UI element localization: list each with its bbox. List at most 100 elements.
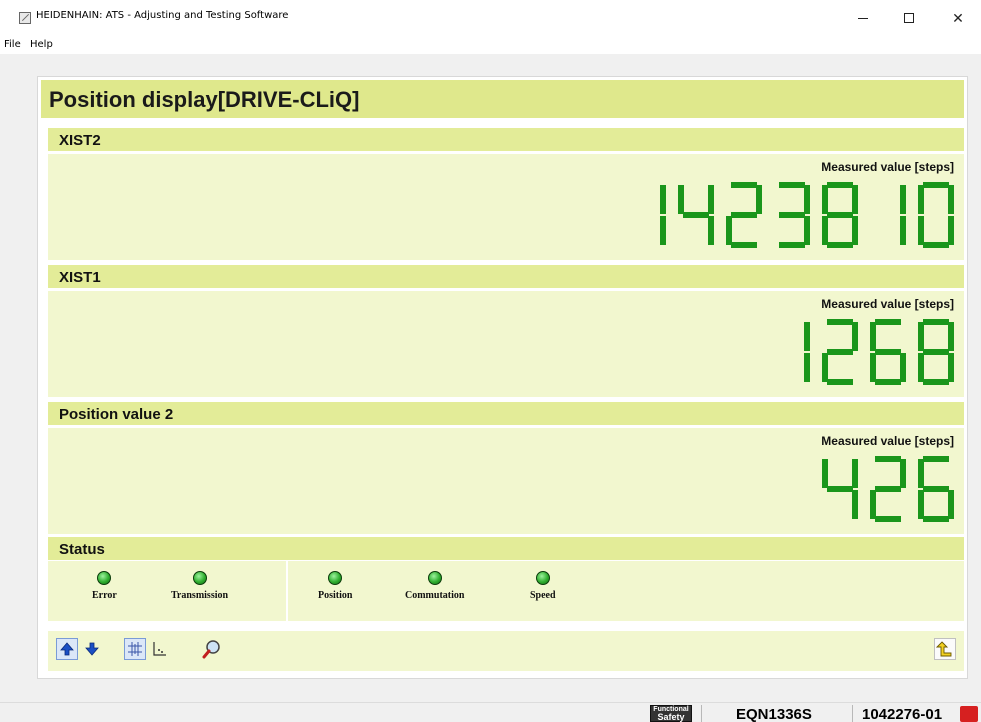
maximize-button[interactable]	[886, 4, 932, 32]
status-indicators: Error Transmission Position Commutation …	[48, 561, 964, 621]
position-display-panel: Position display[DRIVE-CLiQ] XIST2 Measu…	[37, 76, 968, 679]
seven-segment-display	[774, 319, 954, 397]
exit-return-button[interactable]	[934, 638, 956, 660]
arrow-down-icon	[85, 642, 99, 656]
measured-value-label: Measured value [steps]	[821, 297, 954, 311]
segment	[948, 185, 954, 214]
minimize-button[interactable]	[840, 4, 886, 32]
search-button[interactable]	[201, 638, 223, 660]
title-bar: HEIDENHAIN: ATS - Adjusting and Testing …	[0, 0, 981, 34]
segment	[875, 319, 901, 325]
section-header-position-value-2: Position value 2	[48, 402, 964, 425]
close-icon: ✕	[952, 9, 964, 26]
segment	[827, 319, 853, 325]
app-icon	[19, 12, 31, 24]
panel-toolbar	[48, 631, 964, 671]
segment	[827, 182, 853, 188]
segment	[870, 353, 876, 382]
section-label: XIST2	[59, 132, 101, 149]
led-indicator	[328, 571, 343, 585]
section-label: Status	[59, 541, 105, 558]
segment	[708, 216, 714, 245]
segment	[822, 185, 828, 214]
segment	[827, 486, 853, 492]
segment-digit	[822, 182, 858, 248]
segment	[948, 353, 954, 382]
led-label: Error	[92, 590, 117, 601]
seven-segment-display	[822, 456, 954, 534]
segment	[948, 322, 954, 351]
divider	[701, 705, 702, 722]
segment	[731, 182, 757, 188]
section-xist1: Measured value [steps]	[48, 291, 964, 397]
segment	[918, 185, 924, 214]
segment	[875, 516, 901, 522]
segment-digit	[726, 182, 762, 248]
segment	[804, 216, 810, 245]
status-position: Position	[318, 571, 352, 601]
axis-chart-button[interactable]	[148, 638, 170, 660]
segment	[875, 486, 901, 492]
section-header-xist1: XIST1	[48, 265, 964, 288]
segment	[923, 456, 949, 462]
segment	[923, 349, 949, 355]
segment	[875, 379, 901, 385]
window-title: HEIDENHAIN: ATS - Adjusting and Testing …	[36, 10, 289, 21]
segment	[918, 459, 924, 488]
segment-digit	[822, 456, 858, 522]
grid-button[interactable]	[124, 638, 146, 660]
segment	[900, 353, 906, 382]
segment-digit	[678, 182, 714, 248]
led-label: Commutation	[405, 590, 465, 601]
measured-value-label: Measured value [steps]	[821, 434, 954, 448]
segment	[822, 459, 828, 488]
close-button[interactable]: ✕	[935, 4, 981, 32]
led-label: Speed	[530, 590, 556, 601]
segment	[852, 185, 858, 214]
led-indicator	[97, 571, 112, 585]
segment	[918, 353, 924, 382]
segment	[827, 242, 853, 248]
segment	[804, 185, 810, 214]
maximize-icon	[904, 13, 914, 23]
page-title: Position display[DRIVE-CLiQ]	[49, 87, 360, 112]
section-xist2: Measured value [steps]	[48, 154, 964, 260]
move-up-button[interactable]	[56, 638, 78, 660]
segment	[870, 322, 876, 351]
segment	[923, 182, 949, 188]
segment	[918, 322, 924, 351]
menu-help[interactable]: Help	[30, 39, 53, 50]
segment	[822, 216, 828, 245]
segment	[900, 459, 906, 488]
segment-digit	[630, 182, 666, 248]
segment	[731, 242, 757, 248]
segment	[852, 459, 858, 488]
segment	[852, 216, 858, 245]
minimize-icon	[858, 17, 868, 19]
segment	[948, 490, 954, 519]
segment-digit	[822, 319, 858, 385]
segment	[923, 379, 949, 385]
segment	[660, 216, 666, 245]
segment	[923, 242, 949, 248]
menu-file[interactable]: File	[4, 39, 21, 50]
segment	[731, 212, 757, 218]
move-down-button[interactable]	[81, 638, 103, 660]
segment	[779, 242, 805, 248]
section-label: Position value 2	[59, 406, 174, 423]
arrow-up-icon	[60, 642, 74, 656]
segment	[660, 185, 666, 214]
segment-digit	[774, 182, 810, 248]
panel-heading: Position display[DRIVE-CLiQ]	[41, 80, 964, 118]
segment	[779, 182, 805, 188]
status-commutation: Commutation	[405, 571, 464, 601]
badge-line2: Safety	[657, 711, 685, 722]
segment	[683, 212, 709, 218]
segment	[708, 185, 714, 214]
segment	[779, 212, 805, 218]
segment	[923, 516, 949, 522]
seven-segment-display	[630, 182, 954, 260]
section-label: XIST1	[59, 269, 101, 286]
segment	[827, 212, 853, 218]
grid-icon	[128, 642, 142, 656]
